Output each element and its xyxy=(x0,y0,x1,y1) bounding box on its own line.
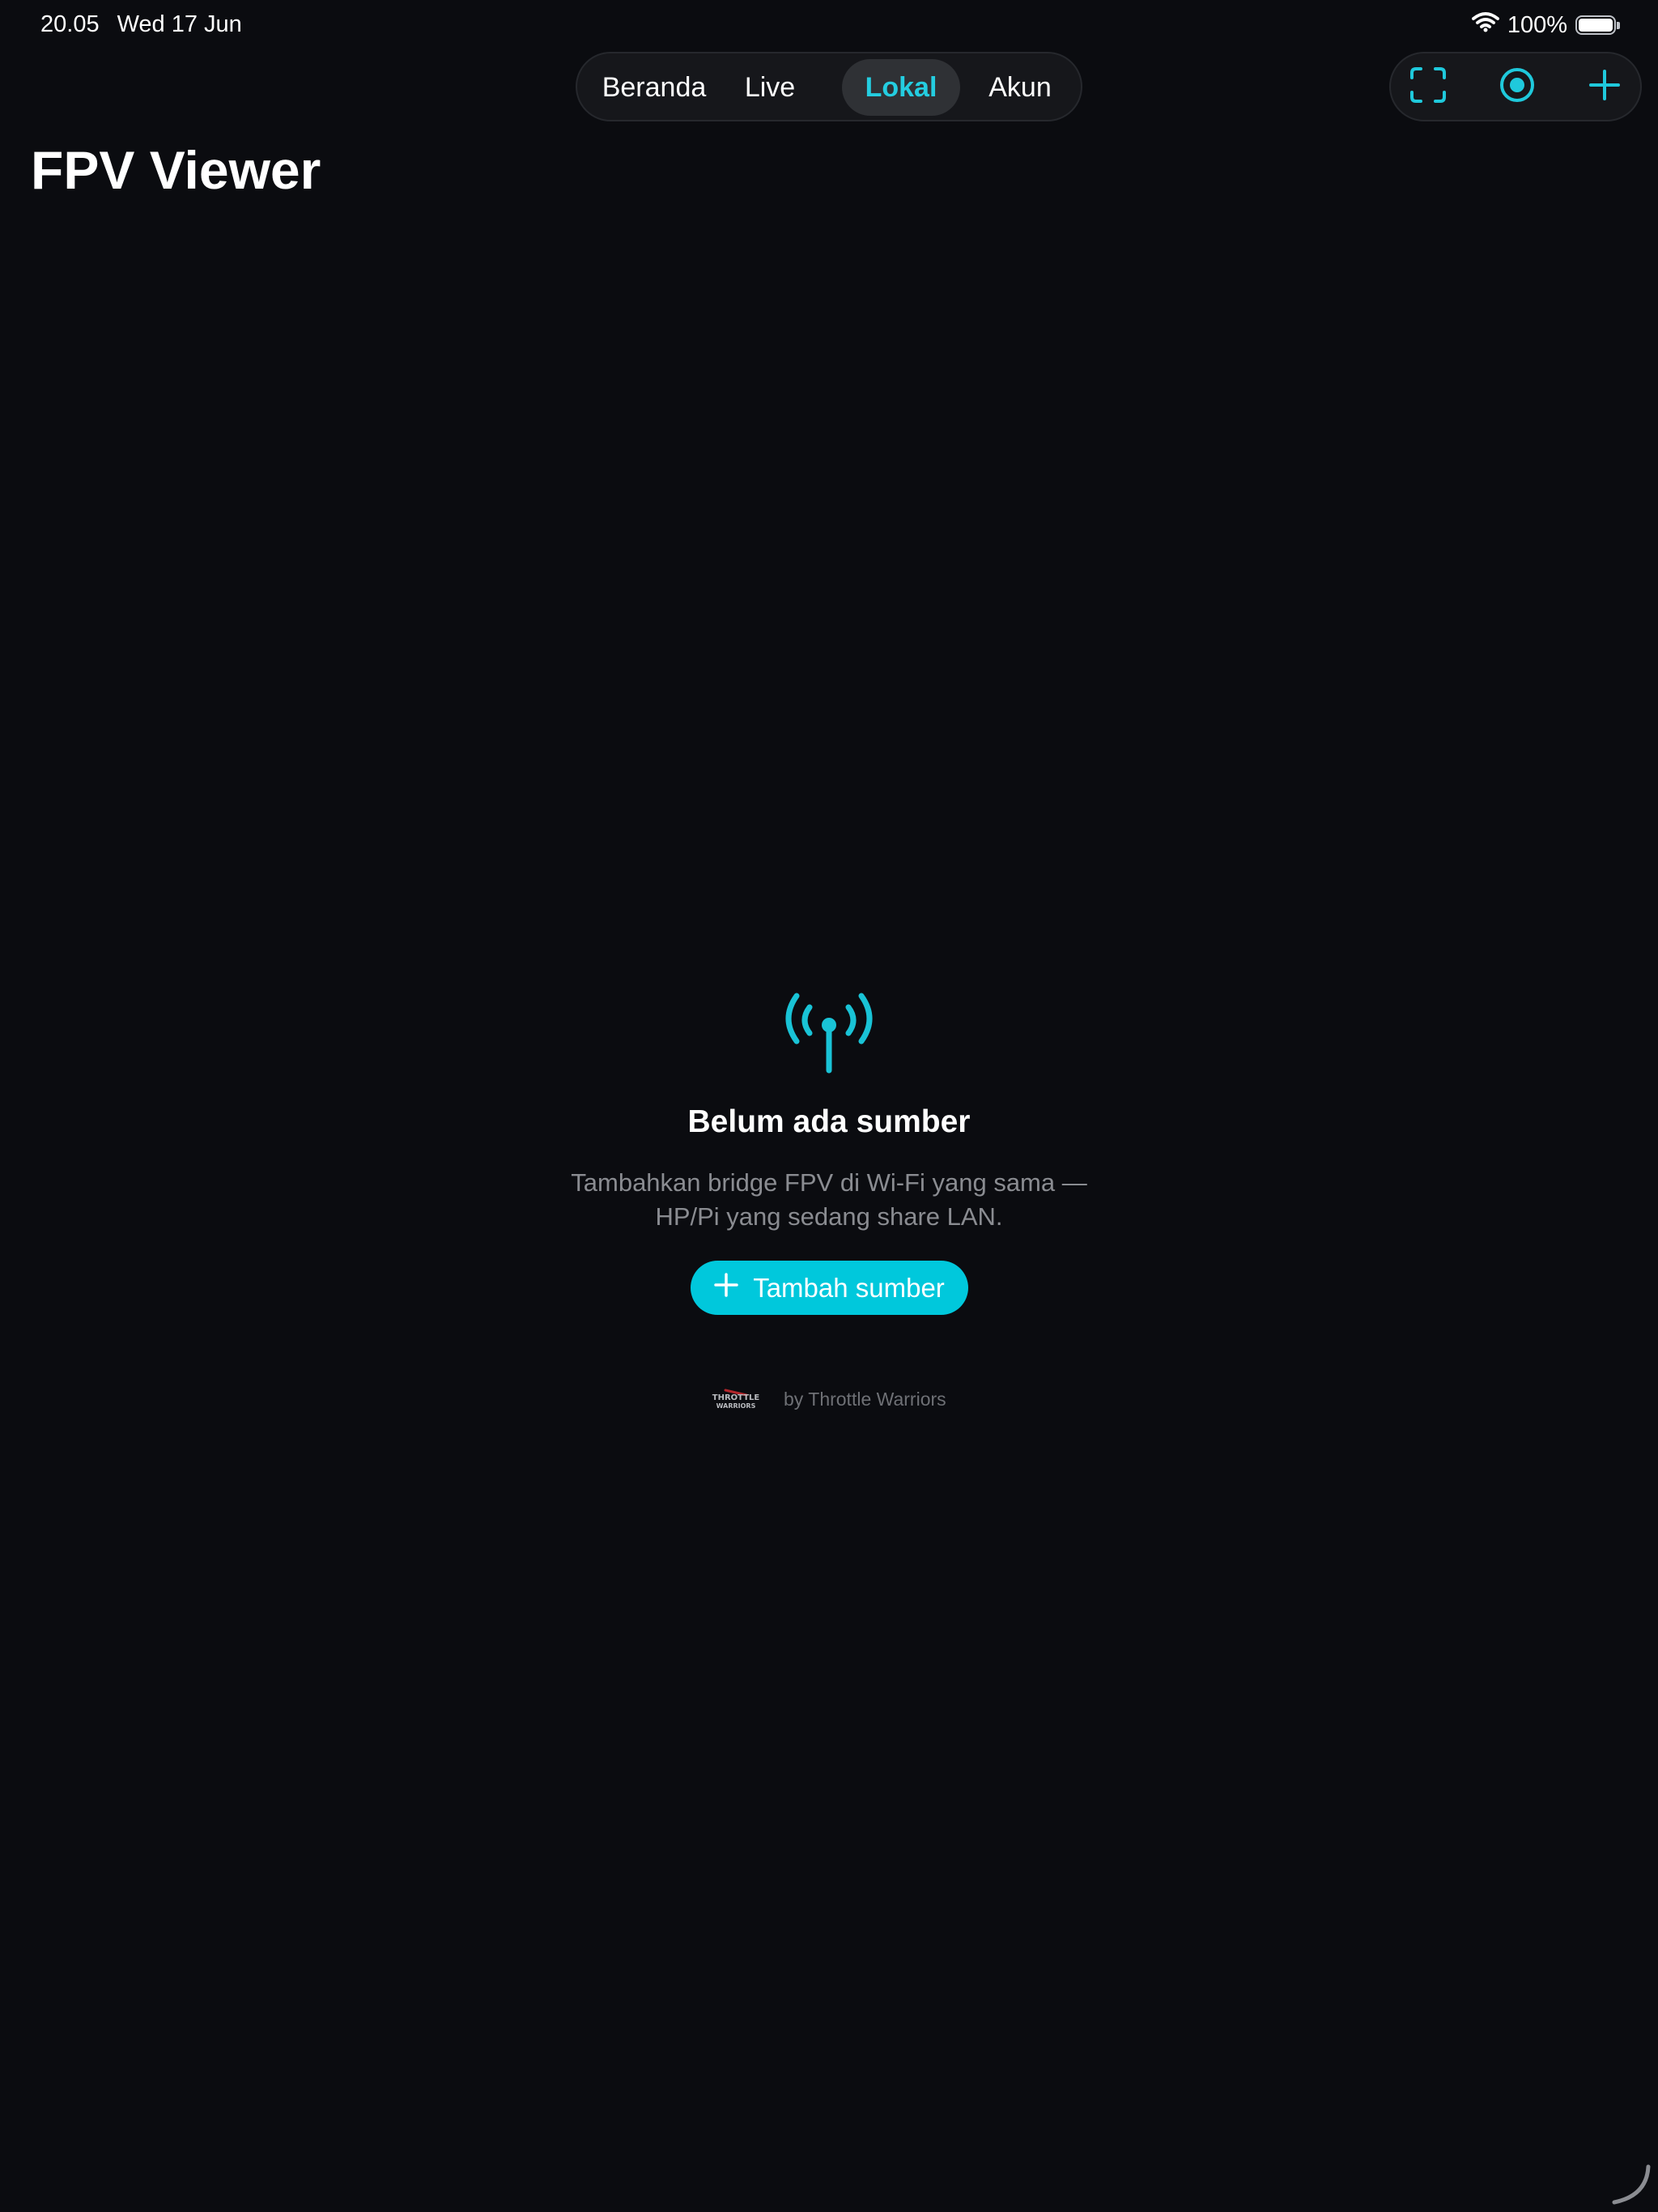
tab-akun[interactable]: Akun xyxy=(974,59,1066,116)
record-icon xyxy=(1499,66,1536,108)
battery-percentage: 100% xyxy=(1507,11,1567,38)
tab-beranda[interactable]: Beranda xyxy=(593,59,715,116)
empty-state-title: Belum ada sumber xyxy=(687,1104,971,1139)
add-button[interactable] xyxy=(1585,67,1624,106)
status-time: 20.05 xyxy=(40,11,100,37)
tab-bar: Beranda Live Lokal Akun xyxy=(576,52,1082,121)
add-source-button[interactable]: Tambah sumber xyxy=(691,1261,968,1315)
page-title: FPV Viewer xyxy=(31,140,321,200)
corner-indicator xyxy=(1609,2163,1652,2206)
empty-state-description-line-2: HP/Pi yang sedang share LAN. xyxy=(655,1202,1003,1231)
toolbar-actions xyxy=(1389,52,1642,121)
throttle-warriors-logo: THROTTLE WARRIORS xyxy=(709,1387,763,1411)
plus-icon xyxy=(1588,68,1622,106)
add-source-button-label: Tambah sumber xyxy=(753,1272,945,1303)
tab-live[interactable]: Live xyxy=(729,59,810,116)
wifi-icon xyxy=(1471,11,1499,39)
svg-text:THROTTLE: THROTTLE xyxy=(712,1393,760,1402)
empty-state-description: Tambahkan bridge FPV di Wi-Fi yang sama … xyxy=(465,1166,1193,1234)
status-bar: 20.05 Wed 17 Jun 100% xyxy=(0,0,1658,52)
scan-button[interactable] xyxy=(1409,66,1448,108)
empty-state-description-line-1: Tambahkan bridge FPV di Wi-Fi yang sama … xyxy=(571,1168,1087,1197)
status-right: 100% xyxy=(1471,11,1620,39)
record-button[interactable] xyxy=(1498,67,1537,106)
status-left: 20.05 Wed 17 Jun xyxy=(40,11,242,38)
plus-icon xyxy=(714,1272,738,1304)
status-date: Wed 17 Jun xyxy=(117,11,242,37)
scan-frame-icon xyxy=(1409,66,1447,108)
branding-text: by Throttle Warriors xyxy=(784,1388,946,1410)
antenna-broadcast-icon xyxy=(780,989,878,1078)
branding: THROTTLE WARRIORS by Throttle Warriors xyxy=(709,1385,946,1414)
battery-icon xyxy=(1575,15,1620,35)
svg-text:WARRIORS: WARRIORS xyxy=(716,1402,756,1410)
tab-lokal[interactable]: Lokal xyxy=(842,59,960,116)
